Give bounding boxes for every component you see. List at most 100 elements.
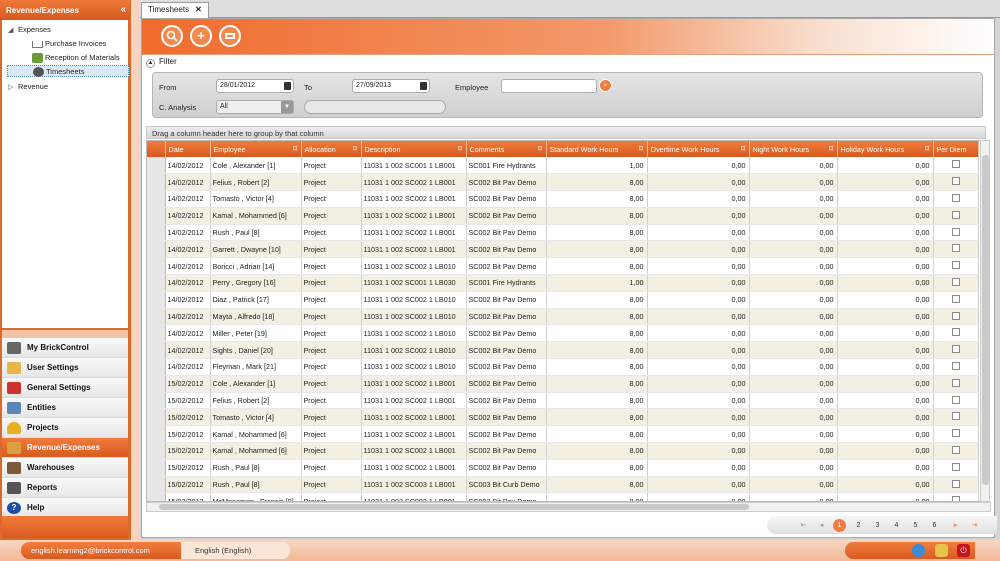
- table-row[interactable]: 14/02/2012 Boricci , Adrian [14] Project 11…: [147, 257, 979, 276]
- tab-timesheets[interactable]: Timesheets ✕: [141, 2, 209, 18]
- user-icon[interactable]: [912, 544, 925, 557]
- brush-icon[interactable]: [935, 544, 948, 557]
- column-header-overtime-work-hours[interactable]: Overtime Work Hours ⊡: [647, 141, 750, 157]
- tree-item-purchase-invoices[interactable]: Purchase Invoices: [32, 38, 106, 50]
- row-selector[interactable]: [147, 190, 166, 208]
- nav-help[interactable]: ? Help: [2, 498, 128, 518]
- nav-warehouses[interactable]: Warehouses: [2, 458, 128, 478]
- chevron-up-icon[interactable]: ▲: [146, 59, 155, 68]
- analysis-detail-input[interactable]: [304, 100, 446, 114]
- column-header-allocation[interactable]: Allocation ⊡: [301, 141, 362, 157]
- per-diem-checkbox[interactable]: [951, 445, 960, 454]
- filter-icon[interactable]: ⊡: [352, 145, 357, 152]
- per-diem-checkbox[interactable]: [951, 479, 960, 488]
- table-row[interactable]: 15/02/2012 McManaman , Francis [9] Project…: [147, 492, 979, 501]
- nav-revenue-expenses[interactable]: Revenue/Expenses: [2, 438, 128, 458]
- double-chevron-left-icon[interactable]: «: [120, 4, 126, 15]
- to-date-input[interactable]: 27/09/2013: [352, 79, 430, 93]
- table-row[interactable]: 14/02/2012 Sights , Daniel [20] Project 110…: [147, 341, 979, 360]
- column-header-holiday-work-hours[interactable]: Holiday Work Hours ⊡: [837, 141, 934, 157]
- tree-item-timesheets[interactable]: Timesheets: [7, 65, 129, 78]
- per-diem-checkbox[interactable]: [951, 429, 960, 438]
- row-selector[interactable]: [147, 408, 166, 427]
- calendar-icon[interactable]: [420, 82, 427, 90]
- table-row[interactable]: 14/02/2012 Felius , Robert [2] Project 1103…: [147, 173, 979, 192]
- per-diem-checkbox[interactable]: [951, 395, 960, 404]
- filter-icon[interactable]: ⊡: [292, 145, 297, 152]
- table-row[interactable]: 15/02/2012 Felius , Robert [2] Project 1103…: [147, 392, 979, 410]
- table-row[interactable]: 15/02/2012 Kamal , Mohammed [6] Project 110…: [147, 425, 979, 444]
- filter-icon[interactable]: ⊡: [828, 145, 833, 152]
- table-row[interactable]: 14/02/2012 Cole , Alexander [1] Project 110…: [147, 157, 979, 175]
- row-selector[interactable]: [147, 492, 166, 501]
- table-row[interactable]: 14/02/2012 Garrett , Dwayne [10] Project 11…: [147, 240, 979, 259]
- nav-reports[interactable]: Reports: [2, 478, 128, 498]
- page-6[interactable]: 6: [928, 519, 941, 532]
- row-selector[interactable]: [147, 358, 166, 376]
- per-diem-checkbox[interactable]: [951, 244, 960, 253]
- table-row[interactable]: 14/02/2012 Tomasto , Victor [4] Project 110…: [147, 190, 979, 208]
- table-row[interactable]: 14/02/2012 Fleyman , Mark [21] Project 1103…: [147, 358, 979, 376]
- calendar-icon[interactable]: [284, 82, 291, 90]
- splitter[interactable]: [0, 330, 130, 338]
- add-button[interactable]: +: [190, 25, 212, 47]
- table-row[interactable]: 15/02/2012 Kamal , Mohammed [6] Project 110…: [147, 442, 979, 460]
- row-selector[interactable]: [147, 240, 166, 259]
- chevron-down-icon[interactable]: ▼: [281, 101, 293, 113]
- per-diem-checkbox[interactable]: [951, 277, 960, 286]
- per-diem-checkbox[interactable]: [951, 412, 960, 421]
- row-selector[interactable]: [147, 274, 166, 292]
- column-header-per-diem[interactable]: Per Diem: [933, 141, 979, 157]
- table-row[interactable]: 15/02/2012 Rush , Paul [8] Project 11031 1 …: [147, 459, 979, 477]
- nav-entities[interactable]: Entities: [2, 398, 128, 418]
- page-2[interactable]: 2: [852, 519, 865, 532]
- next-page-icon[interactable]: ▸: [949, 519, 962, 532]
- first-page-icon[interactable]: ⇤: [797, 519, 810, 532]
- table-row[interactable]: 14/02/2012 Kamal , Mohammed [6] Project 110…: [147, 207, 979, 225]
- filter-icon[interactable]: ⊡: [457, 145, 462, 152]
- table-row[interactable]: 14/02/2012 Miller , Peter [19] Project 1103…: [147, 324, 979, 343]
- per-diem-checkbox[interactable]: [951, 261, 960, 270]
- expand-arrow-icon[interactable]: ◢: [8, 25, 18, 37]
- page-4[interactable]: 4: [890, 519, 903, 532]
- column-header-night-work-hours[interactable]: Night Work Hours ⊡: [749, 141, 838, 157]
- per-diem-checkbox[interactable]: [951, 361, 960, 370]
- filter-icon[interactable]: ⊡: [740, 145, 745, 152]
- vertical-scrollbar[interactable]: [980, 140, 990, 502]
- row-selector[interactable]: [147, 257, 166, 276]
- column-header-description[interactable]: Description ⊡: [361, 141, 467, 157]
- nav-projects[interactable]: Projects: [2, 418, 128, 438]
- per-diem-checkbox[interactable]: [951, 193, 960, 202]
- row-selector[interactable]: [147, 308, 166, 326]
- nav-my-brickcontrol[interactable]: My BrickControl: [2, 338, 128, 358]
- per-diem-checkbox[interactable]: [951, 345, 960, 354]
- per-diem-checkbox[interactable]: [951, 210, 960, 219]
- last-page-icon[interactable]: ⇥: [968, 519, 981, 532]
- table-row[interactable]: 14/02/2012 Mayta , Alfredo [18] Project 110…: [147, 308, 979, 326]
- per-diem-checkbox[interactable]: [951, 328, 960, 337]
- scroll-thumb[interactable]: [159, 504, 749, 510]
- per-diem-checkbox[interactable]: [951, 294, 960, 303]
- filter-icon[interactable]: ⊡: [638, 145, 643, 152]
- employee-input[interactable]: [501, 79, 597, 93]
- row-selector[interactable]: [147, 459, 166, 477]
- power-icon[interactable]: ⏻: [957, 544, 970, 557]
- group-panel[interactable]: Drag a column header here to group by th…: [146, 126, 986, 139]
- per-diem-checkbox[interactable]: [951, 227, 960, 236]
- per-diem-checkbox[interactable]: [951, 378, 960, 387]
- prev-page-icon[interactable]: ◂: [815, 519, 828, 532]
- scroll-thumb[interactable]: [982, 155, 989, 485]
- horizontal-scrollbar[interactable]: [146, 502, 991, 512]
- row-selector[interactable]: [147, 173, 166, 192]
- column-header-employee[interactable]: Employee ⊡: [210, 141, 302, 157]
- table-row[interactable]: 14/02/2012 Perry , Gregory [16] Project 110…: [147, 274, 979, 292]
- row-selector[interactable]: [147, 392, 166, 410]
- table-row[interactable]: 15/02/2012 Tomasto , Victor [4] Project 110…: [147, 408, 979, 427]
- table-row[interactable]: 14/02/2012 Diaz , Patrick [17] Project 1103…: [147, 291, 979, 309]
- search-button[interactable]: [161, 25, 183, 47]
- filter-icon[interactable]: ⊡: [537, 145, 542, 152]
- row-selector[interactable]: [147, 341, 166, 360]
- row-selector[interactable]: [147, 375, 166, 393]
- tree-item-expenses[interactable]: ◢ Expenses: [8, 24, 51, 36]
- table-row[interactable]: 15/02/2012 Cole , Alexander [1] Project 110…: [147, 375, 979, 393]
